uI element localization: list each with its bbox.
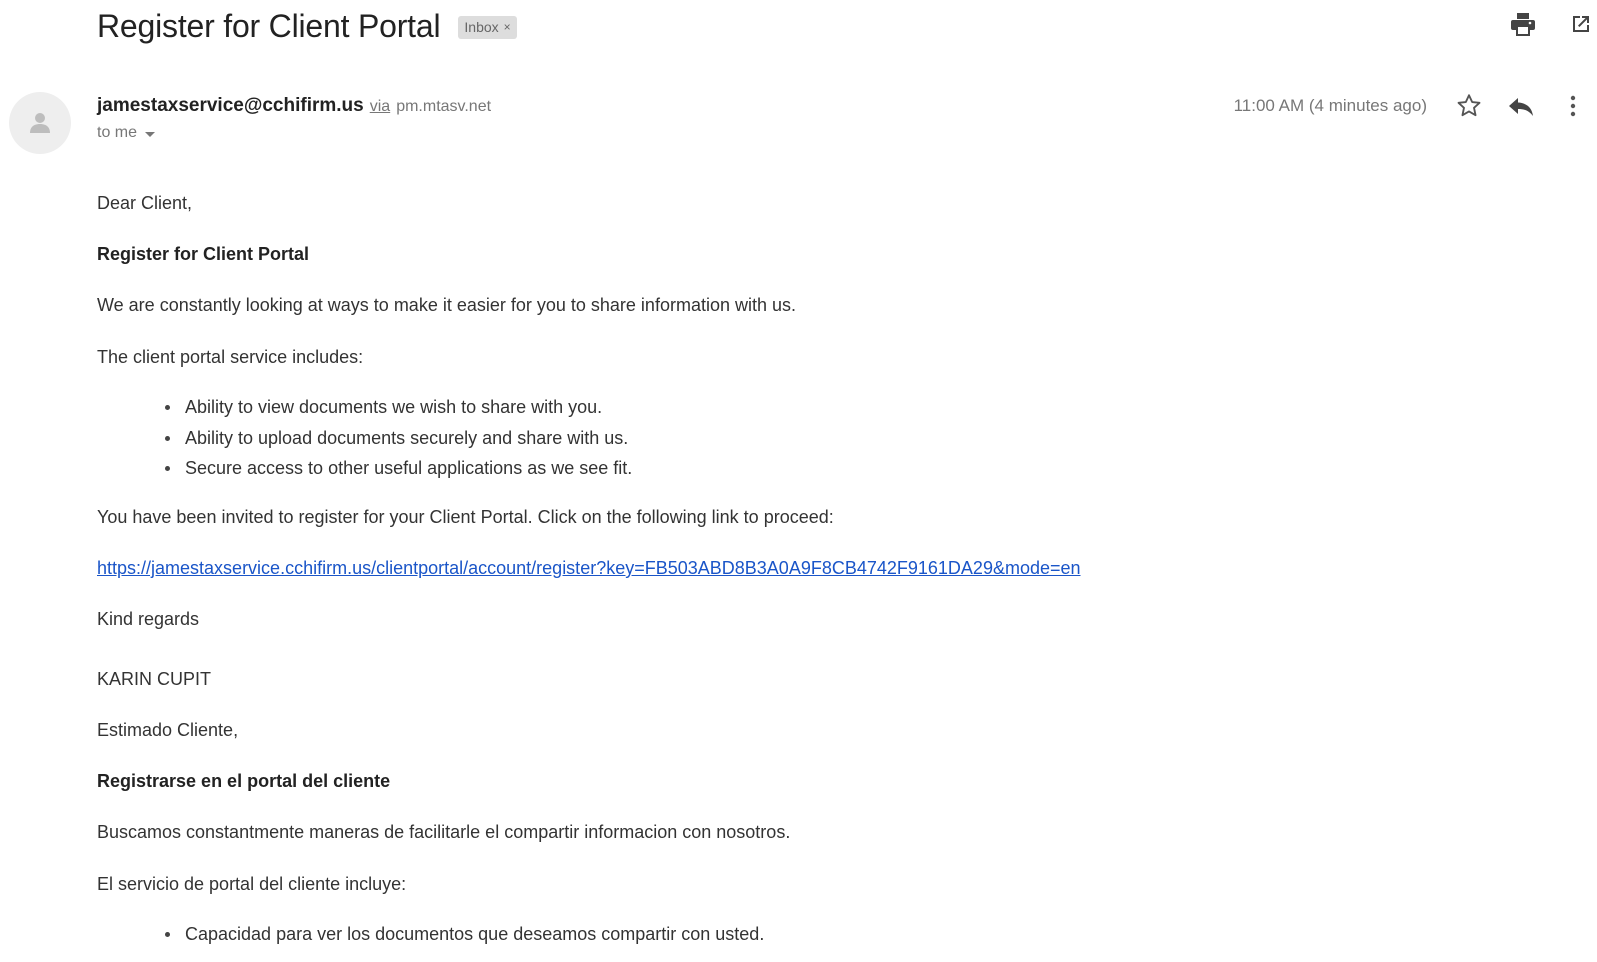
intro-es: Buscamos constantmente maneras de facili… — [97, 822, 791, 842]
open-in-new-window-icon[interactable] — [1565, 8, 1597, 40]
register-link[interactable]: https://jamestaxservice.cchifirm.us/clie… — [97, 555, 1497, 606]
via-host: pm.mtasv.net — [396, 98, 492, 115]
features-list-en: Ability to view documents we wish to sha… — [97, 392, 1497, 484]
message-timestamp: 11:00 AM (4 minutes ago) — [1233, 96, 1427, 115]
star-icon[interactable] — [1453, 90, 1485, 122]
person-avatar-icon — [30, 113, 50, 133]
kind-regards: Kind regards — [97, 609, 200, 629]
list-item: Secure access to other useful applicatio… — [165, 453, 1497, 484]
sender-avatar[interactable] — [9, 92, 71, 154]
signature: KARIN CUPIT — [97, 669, 212, 689]
includes-es: El servicio de portal del cliente incluy… — [97, 874, 407, 894]
via-link[interactable]: via — [370, 98, 390, 116]
greeting-en: Dear Client, — [97, 193, 193, 213]
greeting-es: Estimado Cliente, — [97, 720, 239, 740]
list-item: Ability to view documents we wish to sha… — [165, 392, 1497, 423]
intro-en: We are constantly looking at ways to mak… — [97, 295, 796, 315]
includes-en: The client portal service includes: — [97, 347, 364, 367]
invite-en: You have been invited to register for yo… — [97, 507, 834, 527]
recipient-text: to me — [97, 124, 138, 141]
reply-icon[interactable] — [1505, 90, 1537, 122]
sender-block: jamestaxservice@cchifirm.us via pm.mtasv… — [97, 95, 491, 142]
top-toolbar — [1507, 8, 1597, 40]
chevron-down-icon — [145, 131, 156, 137]
sender-email[interactable]: jamestaxservice@cchifirm.us — [97, 95, 364, 117]
email-subject: Register for Client Portal — [97, 7, 441, 44]
list-item: Capacidad para ver los documentos que de… — [165, 919, 1497, 950]
inbox-label-chip[interactable]: Inbox × — [458, 15, 517, 39]
features-list-es: Capacidad para ver los documentos que de… — [97, 919, 1497, 950]
message-actions: 11:00 AM (4 minutes ago) — [1234, 90, 1589, 122]
subject-row: Register for Client Portal Inbox × — [97, 4, 517, 48]
sender-line: jamestaxservice@cchifirm.us via pm.mtasv… — [97, 95, 491, 117]
remove-label-button[interactable]: × — [504, 20, 511, 34]
message-body: Dear Client, Register for Client Portal … — [97, 190, 1497, 950]
recipient-details-toggle[interactable]: to me — [97, 124, 491, 142]
list-item: Ability to upload documents securely and… — [165, 423, 1497, 454]
print-icon[interactable] — [1507, 8, 1539, 40]
inbox-label-text: Inbox — [464, 18, 499, 35]
heading-en: Register for Client Portal — [97, 244, 310, 264]
more-vert-icon[interactable] — [1557, 90, 1589, 122]
heading-es: Registrarse en el portal del cliente — [97, 771, 391, 791]
